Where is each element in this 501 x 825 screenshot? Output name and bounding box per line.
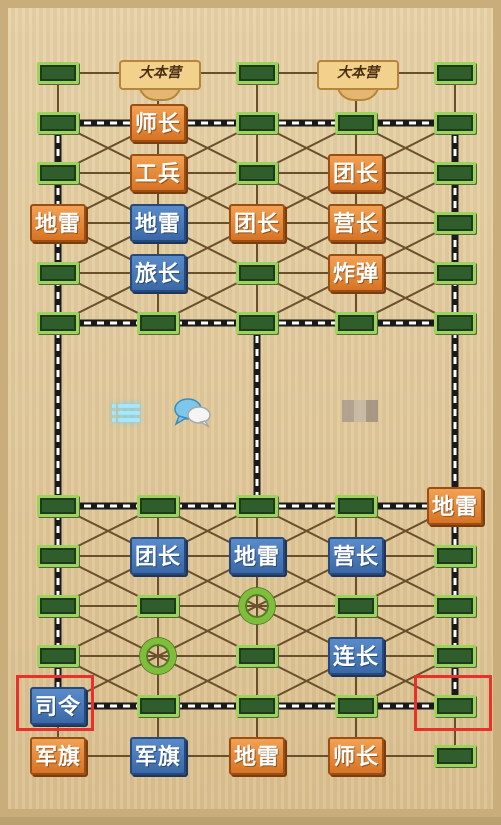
game-piece-opponent[interactable]: 营长 xyxy=(328,204,384,242)
game-piece-player[interactable]: 地雷 xyxy=(229,537,285,575)
game-piece-opponent[interactable]: 炸弹 xyxy=(328,254,384,292)
station-slot[interactable] xyxy=(37,312,79,334)
game-piece-player[interactable]: 旅长 xyxy=(130,254,186,292)
station-slot[interactable] xyxy=(434,645,476,667)
menu-icon[interactable] xyxy=(110,398,144,428)
camp-circle[interactable] xyxy=(239,588,275,624)
camp-circle[interactable] xyxy=(140,638,176,674)
station-slot[interactable] xyxy=(37,262,79,284)
station-slot[interactable] xyxy=(236,495,278,517)
headquarters-label[interactable]: 大本营 xyxy=(317,60,399,90)
game-piece-opponent[interactable]: 师长 xyxy=(130,104,186,142)
station-slot[interactable] xyxy=(37,162,79,184)
station-slot[interactable] xyxy=(434,212,476,234)
station-slot[interactable] xyxy=(434,595,476,617)
station-slot[interactable] xyxy=(37,62,79,84)
game-piece-player[interactable]: 团长 xyxy=(130,537,186,575)
station-slot[interactable] xyxy=(37,595,79,617)
station-slot[interactable] xyxy=(236,645,278,667)
station-slot[interactable] xyxy=(434,545,476,567)
station-slot[interactable] xyxy=(137,695,179,717)
game-piece-player[interactable]: 营长 xyxy=(328,537,384,575)
station-slot[interactable] xyxy=(434,62,476,84)
station-slot[interactable] xyxy=(335,695,377,717)
station-slot[interactable] xyxy=(37,545,79,567)
station-slot[interactable] xyxy=(236,262,278,284)
game-piece-player[interactable]: 连长 xyxy=(328,637,384,675)
station-slot[interactable] xyxy=(37,645,79,667)
station-slot[interactable] xyxy=(335,312,377,334)
selection-highlight xyxy=(16,675,94,731)
game-piece-player[interactable]: 军旗 xyxy=(130,737,186,775)
game-piece-opponent[interactable]: 师长 xyxy=(328,737,384,775)
station-slot[interactable] xyxy=(236,62,278,84)
station-slot[interactable] xyxy=(236,162,278,184)
game-piece-opponent[interactable]: 团长 xyxy=(229,204,285,242)
station-slot[interactable] xyxy=(434,312,476,334)
blurred-avatar xyxy=(342,400,378,422)
game-piece-opponent[interactable]: 团长 xyxy=(328,154,384,192)
station-slot[interactable] xyxy=(335,595,377,617)
station-slot[interactable] xyxy=(434,162,476,184)
game-piece-player[interactable]: 地雷 xyxy=(130,204,186,242)
chat-bubble-icon[interactable] xyxy=(173,396,213,428)
headquarters-label[interactable]: 大本营 xyxy=(119,60,201,90)
station-slot[interactable] xyxy=(236,312,278,334)
station-slot[interactable] xyxy=(137,312,179,334)
station-slot[interactable] xyxy=(434,745,476,767)
station-slot[interactable] xyxy=(137,495,179,517)
game-piece-opponent[interactable]: 军旗 xyxy=(30,737,86,775)
game-board: 大本营大本营大本营大本营师长工兵团长地雷地雷团长营长旅长炸弹地雷团长地雷营长连长… xyxy=(0,0,501,817)
station-slot[interactable] xyxy=(335,495,377,517)
station-slot[interactable] xyxy=(236,695,278,717)
station-slot[interactable] xyxy=(236,112,278,134)
station-slot[interactable] xyxy=(37,495,79,517)
selection-highlight xyxy=(414,675,492,731)
station-slot[interactable] xyxy=(434,262,476,284)
station-slot[interactable] xyxy=(434,112,476,134)
game-piece-opponent[interactable]: 地雷 xyxy=(229,737,285,775)
station-slot[interactable] xyxy=(37,112,79,134)
station-slot[interactable] xyxy=(335,112,377,134)
game-piece-opponent[interactable]: 工兵 xyxy=(130,154,186,192)
station-slot[interactable] xyxy=(137,595,179,617)
game-piece-opponent[interactable]: 地雷 xyxy=(427,487,483,525)
game-piece-opponent[interactable]: 地雷 xyxy=(30,204,86,242)
